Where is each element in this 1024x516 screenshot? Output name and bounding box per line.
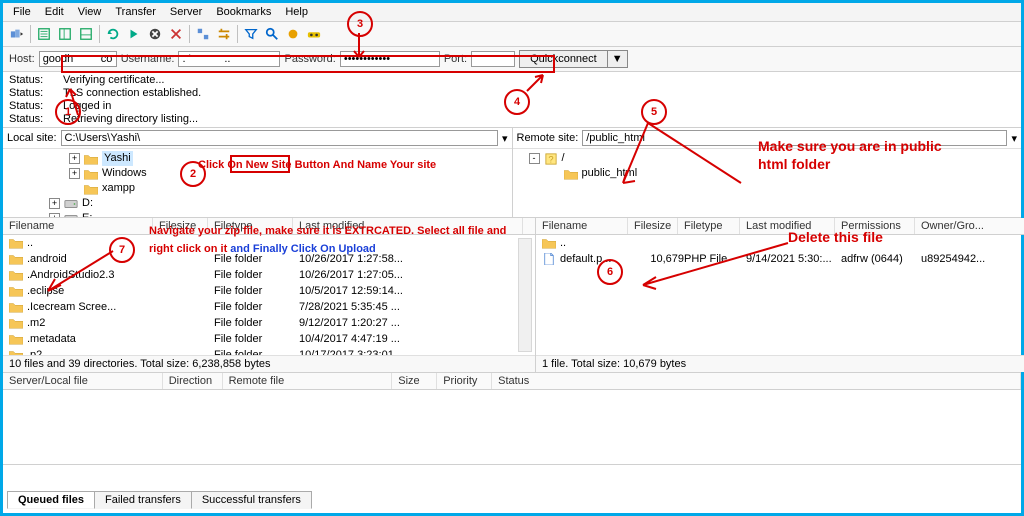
quickconnect-dropdown[interactable]: ▼ [608, 51, 627, 67]
tree-row: Local site: ▾ +Yashi+Windowsxampp+D:+E: … [3, 128, 1021, 218]
column-header[interactable]: Last modified [293, 218, 523, 234]
menu-server[interactable]: Server [164, 5, 208, 19]
quickconnect-button[interactable]: Quickconnect ▼ [519, 50, 628, 68]
cancel-button[interactable] [145, 24, 165, 44]
host-label: Host: [9, 53, 35, 65]
menu-file[interactable]: File [7, 5, 37, 19]
reconnect-button[interactable] [193, 24, 213, 44]
menu-edit[interactable]: Edit [39, 5, 70, 19]
menu-bookmarks[interactable]: Bookmarks [210, 5, 277, 19]
column-header[interactable]: Owner/Gro... [915, 218, 1024, 234]
username-input[interactable] [178, 51, 280, 67]
toolbar [3, 22, 1021, 47]
toggle-log-button[interactable] [34, 24, 54, 44]
file-row[interactable]: .. [536, 235, 1024, 251]
remote-status: 1 file. Total size: 10,679 bytes [536, 355, 1024, 372]
tab-queued[interactable]: Queued files [7, 491, 95, 509]
file-row[interactable]: .p2File folder10/17/2017 3:23:01... [3, 347, 535, 355]
column-header[interactable]: Filename [3, 218, 153, 234]
column-header[interactable]: Filename [536, 218, 628, 234]
local-tree-pane: Local site: ▾ +Yashi+Windowsxampp+D:+E: [3, 128, 513, 217]
remote-file-list[interactable]: ..default.p...10,679PHP File9/14/2021 5:… [536, 235, 1024, 355]
menu-view[interactable]: View [72, 5, 108, 19]
file-row[interactable]: .androidFile folder10/26/2017 1:27:58... [3, 251, 535, 267]
column-header[interactable]: Direction [163, 373, 223, 389]
local-list-pane: FilenameFilesizeFiletypeLast modified ..… [3, 218, 536, 372]
file-row[interactable]: default.p...10,679PHP File9/14/2021 5:30… [536, 251, 1024, 267]
bookmark-button[interactable] [304, 24, 324, 44]
column-header[interactable]: Remote file [223, 373, 393, 389]
host-input[interactable] [39, 51, 117, 67]
list-row: FilenameFilesizeFiletypeLast modified ..… [3, 218, 1021, 373]
column-header[interactable]: Permissions [835, 218, 915, 234]
username-label: Username: [121, 53, 175, 65]
tree-node[interactable]: +Windows [9, 166, 506, 181]
column-header[interactable]: Filesize [153, 218, 208, 234]
message-log: Status:Verifying certificate... Status:T… [3, 72, 1021, 128]
column-header[interactable]: Priority [437, 373, 492, 389]
tree-node[interactable]: public_html [519, 166, 1016, 181]
transfer-queue: Server/Local fileDirectionRemote fileSiz… [3, 373, 1021, 465]
svg-text:?: ? [548, 153, 553, 164]
quickconnect-bar: Host: Username: Password: Port: Quickcon… [3, 47, 1021, 72]
site-manager-button[interactable] [7, 24, 27, 44]
column-header[interactable]: Size [392, 373, 437, 389]
compare-button[interactable] [214, 24, 234, 44]
remote-list-pane: FilenameFilesizeFiletypeLast modifiedPer… [536, 218, 1024, 372]
remote-tree-pane: Remote site: ▾ -?/public_html [513, 128, 1022, 217]
port-label: Port: [444, 53, 467, 65]
quickconnect-label: Quickconnect [520, 51, 608, 67]
port-input[interactable] [471, 51, 515, 67]
scrollbar[interactable] [518, 238, 532, 352]
toggle-queue-button[interactable] [76, 24, 96, 44]
password-label: Password: [284, 53, 335, 65]
search-button[interactable] [262, 24, 282, 44]
tree-node[interactable]: +Yashi [9, 151, 506, 166]
column-header[interactable]: Filesize [628, 218, 678, 234]
file-row[interactable]: .. [3, 235, 535, 251]
tree-node[interactable]: +D: [9, 196, 506, 211]
menu-help[interactable]: Help [279, 5, 314, 19]
local-status: 10 files and 39 directories. Total size:… [3, 355, 535, 372]
log-message: Verifying certificate... [63, 74, 165, 87]
log-status: Status: [9, 74, 55, 87]
column-header[interactable]: Server/Local file [3, 373, 163, 389]
disconnect-button[interactable] [166, 24, 186, 44]
column-header[interactable]: Last modified [740, 218, 835, 234]
column-header[interactable]: Filetype [678, 218, 740, 234]
local-site-label: Local site: [7, 132, 57, 144]
tab-failed[interactable]: Failed transfers [94, 491, 192, 509]
local-path-input[interactable] [61, 130, 498, 146]
tree-node[interactable]: +E: [9, 211, 506, 217]
remote-path-input[interactable] [582, 130, 1007, 146]
file-row[interactable]: .Icecream Scree...File folder7/28/2021 5… [3, 299, 535, 315]
file-row[interactable]: .metadataFile folder10/4/2017 4:47:19 ..… [3, 331, 535, 347]
sync-browse-button[interactable] [283, 24, 303, 44]
tab-successful[interactable]: Successful transfers [191, 491, 312, 509]
password-input[interactable] [340, 51, 440, 67]
toggle-tree-button[interactable] [55, 24, 75, 44]
refresh-button[interactable] [103, 24, 123, 44]
column-header[interactable]: Status [492, 373, 1021, 389]
filter-button[interactable] [241, 24, 261, 44]
dropdown-icon[interactable]: ▾ [1011, 132, 1017, 145]
local-tree[interactable]: +Yashi+Windowsxampp+D:+E: [3, 149, 512, 217]
remote-tree[interactable]: -?/public_html [513, 149, 1022, 217]
tree-node[interactable]: -?/ [519, 151, 1016, 166]
menubar: File Edit View Transfer Server Bookmarks… [3, 3, 1021, 22]
menu-transfer[interactable]: Transfer [109, 5, 162, 19]
queue-tabs: Queued files Failed transfers Successful… [7, 491, 311, 509]
local-file-list[interactable]: ...androidFile folder10/26/2017 1:27:58.… [3, 235, 535, 355]
file-row[interactable]: .AndroidStudio2.3File folder10/26/2017 1… [3, 267, 535, 283]
column-header[interactable]: Filetype [208, 218, 293, 234]
tree-node[interactable]: xampp [9, 181, 506, 196]
file-row[interactable]: .eclipseFile folder10/5/2017 12:59:14... [3, 283, 535, 299]
dropdown-icon[interactable]: ▾ [502, 132, 508, 145]
remote-site-label: Remote site: [517, 132, 579, 144]
process-queue-button[interactable] [124, 24, 144, 44]
file-row[interactable]: .m2File folder9/12/2017 1:20:27 ... [3, 315, 535, 331]
